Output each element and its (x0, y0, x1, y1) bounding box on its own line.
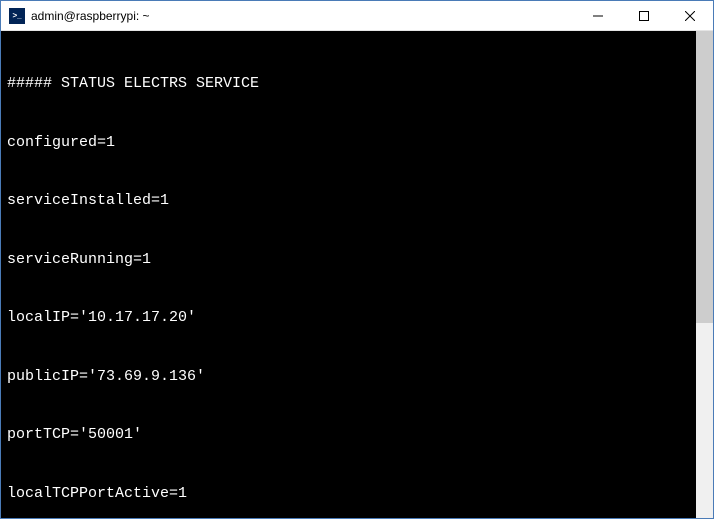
status-header: ##### STATUS ELECTRS SERVICE (7, 74, 690, 94)
terminal-output[interactable]: ##### STATUS ELECTRS SERVICE configured=… (1, 31, 696, 518)
scrollbar-thumb[interactable] (696, 31, 713, 323)
status-line: localTCPPortActive=1 (7, 484, 690, 504)
terminal-window: admin@raspberrypi: ~ ##### STATUS ELECTR… (0, 0, 714, 519)
window-controls (575, 1, 713, 30)
status-line: localIP='10.17.17.20' (7, 308, 690, 328)
status-line: configured=1 (7, 133, 690, 153)
status-line: portTCP='50001' (7, 425, 690, 445)
status-line: serviceInstalled=1 (7, 191, 690, 211)
powershell-icon (9, 8, 25, 24)
status-line: publicIP='73.69.9.136' (7, 367, 690, 387)
terminal-container: ##### STATUS ELECTRS SERVICE configured=… (1, 31, 713, 518)
minimize-button[interactable] (575, 1, 621, 30)
close-button[interactable] (667, 1, 713, 30)
vertical-scrollbar[interactable] (696, 31, 713, 518)
maximize-button[interactable] (621, 1, 667, 30)
title-bar: admin@raspberrypi: ~ (1, 1, 713, 31)
window-title: admin@raspberrypi: ~ (31, 9, 575, 23)
status-line: serviceRunning=1 (7, 250, 690, 270)
